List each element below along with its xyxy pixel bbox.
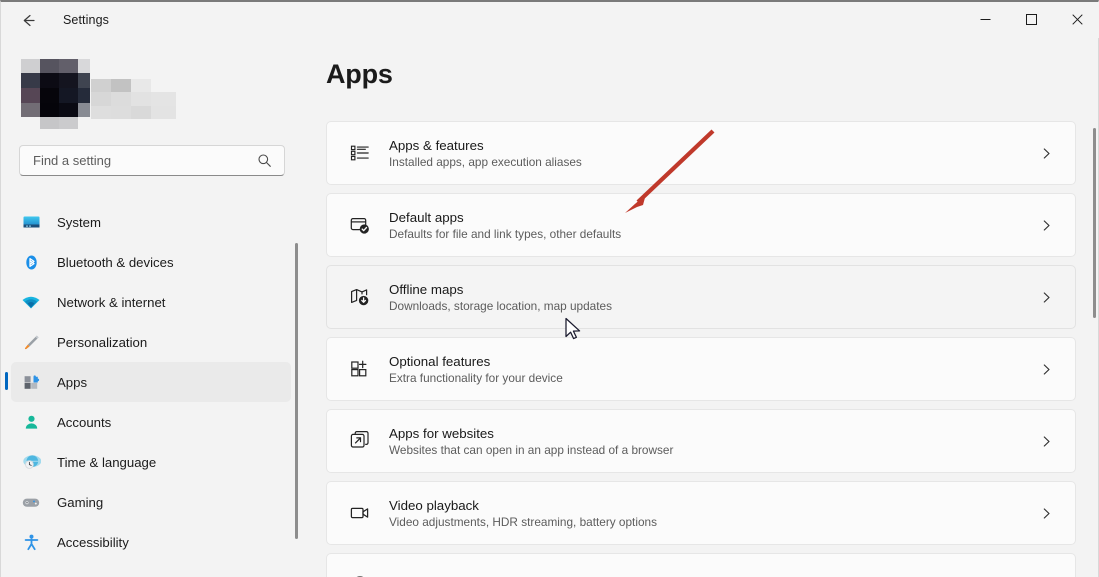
card-subtitle: Installed apps, app execution aliases xyxy=(389,154,582,169)
sidebar-item-label: Network & internet xyxy=(57,294,166,310)
window-controls xyxy=(962,2,1099,36)
card-offline-maps[interactable]: Offline maps Downloads, storage location… xyxy=(326,265,1076,329)
card-subtitle: Video adjustments, HDR streaming, batter… xyxy=(389,514,657,529)
sidebar-item-label: Accessibility xyxy=(57,534,129,550)
avatar xyxy=(21,59,90,129)
sidebar-item-apps[interactable]: Apps xyxy=(5,362,291,402)
card-text: Apps & features Installed apps, app exec… xyxy=(389,138,1040,169)
card-title: Video playback xyxy=(389,497,479,513)
startup-icon xyxy=(345,570,375,577)
close-button[interactable] xyxy=(1054,2,1099,36)
map-download-icon xyxy=(345,282,375,312)
maximize-icon xyxy=(1025,13,1037,25)
page-title: Apps xyxy=(326,59,393,89)
sidebar-item-bluetooth-devices[interactable]: Bluetooth & devices xyxy=(11,242,291,282)
card-title: Optional features xyxy=(389,353,491,369)
card-apps-for-websites[interactable]: Apps for websites Websites that can open… xyxy=(326,409,1076,473)
maximize-button[interactable] xyxy=(1008,2,1054,36)
sidebar-item-system[interactable]: System xyxy=(11,202,291,242)
minimize-button[interactable] xyxy=(962,2,1008,36)
grid-plus-icon xyxy=(345,354,375,384)
close-icon xyxy=(1071,13,1083,25)
card-subtitle: Defaults for file and link types, other … xyxy=(389,226,622,241)
chevron-right-icon xyxy=(1040,219,1053,232)
person-icon xyxy=(17,410,45,434)
sidebar-item-time-language[interactable]: Time & language xyxy=(11,442,291,482)
paintbrush-icon xyxy=(17,330,45,354)
monitor-icon xyxy=(17,210,45,234)
window-title: Settings xyxy=(63,13,109,27)
card-text: Optional features Extra functionality fo… xyxy=(389,354,1040,385)
title-bar: Settings xyxy=(1,2,1099,38)
sidebar-item-network-internet[interactable]: Network & internet xyxy=(11,282,291,322)
list-icon xyxy=(345,138,375,168)
card-title: Apps & features xyxy=(389,137,484,153)
sidebar-item-label: Accounts xyxy=(57,414,112,430)
sidebar-item-label: Gaming xyxy=(57,494,104,510)
sidebar-item-label: Time & language xyxy=(57,454,157,470)
apps-puzzle-icon xyxy=(17,370,45,394)
card-text: Apps for websites Websites that can open… xyxy=(389,426,1040,457)
card-text: Video playback Video adjustments, HDR st… xyxy=(389,498,1040,529)
main-content: Apps Apps & features Installed apps, app… xyxy=(306,38,1099,577)
card-optional-features[interactable]: Optional features Extra functionality fo… xyxy=(326,337,1076,401)
globe-clock-icon xyxy=(17,450,45,474)
sidebar-item-label: System xyxy=(57,214,101,230)
chevron-right-icon xyxy=(1040,507,1053,520)
card-default-apps[interactable]: Default apps Defaults for file and link … xyxy=(326,193,1076,257)
sidebar-item-personalization[interactable]: Personalization xyxy=(11,322,291,362)
back-arrow-icon xyxy=(23,14,35,26)
card-text: Default apps Defaults for file and link … xyxy=(389,210,1040,241)
back-button[interactable] xyxy=(11,5,45,35)
card-subtitle: Downloads, storage location, map updates xyxy=(389,298,612,313)
sidebar: System Bluetooth & devices xyxy=(1,38,306,577)
sidebar-nav: System Bluetooth & devices Network & int… xyxy=(5,202,291,562)
card-startup[interactable]: Startup xyxy=(326,553,1076,577)
video-camera-icon xyxy=(345,498,375,528)
sidebar-item-label: Personalization xyxy=(57,334,148,350)
gamepad-icon xyxy=(17,490,45,514)
settings-card-list: Apps & features Installed apps, app exec… xyxy=(326,121,1076,577)
bluetooth-icon xyxy=(17,250,45,274)
sidebar-scrollbar[interactable] xyxy=(295,243,298,539)
sidebar-item-accessibility[interactable]: Accessibility xyxy=(11,522,291,562)
card-text: Offline maps Downloads, storage location… xyxy=(389,282,1040,313)
settings-window: Settings Find a setting System Bluetooth… xyxy=(0,0,1099,577)
sidebar-item-label: Bluetooth & devices xyxy=(57,254,174,270)
card-title: Apps for websites xyxy=(389,425,494,441)
card-title: Offline maps xyxy=(389,281,464,297)
sidebar-item-label: Apps xyxy=(57,374,88,390)
search-input[interactable] xyxy=(20,153,257,168)
window-check-icon xyxy=(345,210,375,240)
account-block[interactable] xyxy=(21,59,181,131)
chevron-right-icon xyxy=(1040,147,1053,160)
search-icon xyxy=(257,153,272,168)
card-subtitle: Extra functionality for your device xyxy=(389,370,563,385)
wifi-icon xyxy=(17,290,45,314)
card-subtitle: Websites that can open in an app instead… xyxy=(389,442,674,457)
account-name xyxy=(91,79,176,119)
chevron-right-icon xyxy=(1040,363,1053,376)
card-video-playback[interactable]: Video playback Video adjustments, HDR st… xyxy=(326,481,1076,545)
chevron-right-icon xyxy=(1040,435,1053,448)
minimize-icon xyxy=(980,18,990,20)
chevron-right-icon xyxy=(1040,291,1053,304)
accessibility-icon xyxy=(17,530,45,554)
search-box[interactable] xyxy=(19,145,285,176)
external-link-icon xyxy=(345,426,375,456)
sidebar-item-gaming[interactable]: Gaming xyxy=(11,482,291,522)
main-scrollbar[interactable] xyxy=(1093,128,1096,318)
card-title: Default apps xyxy=(389,209,464,225)
sidebar-item-accounts[interactable]: Accounts xyxy=(11,402,291,442)
card-apps-features[interactable]: Apps & features Installed apps, app exec… xyxy=(326,121,1076,185)
